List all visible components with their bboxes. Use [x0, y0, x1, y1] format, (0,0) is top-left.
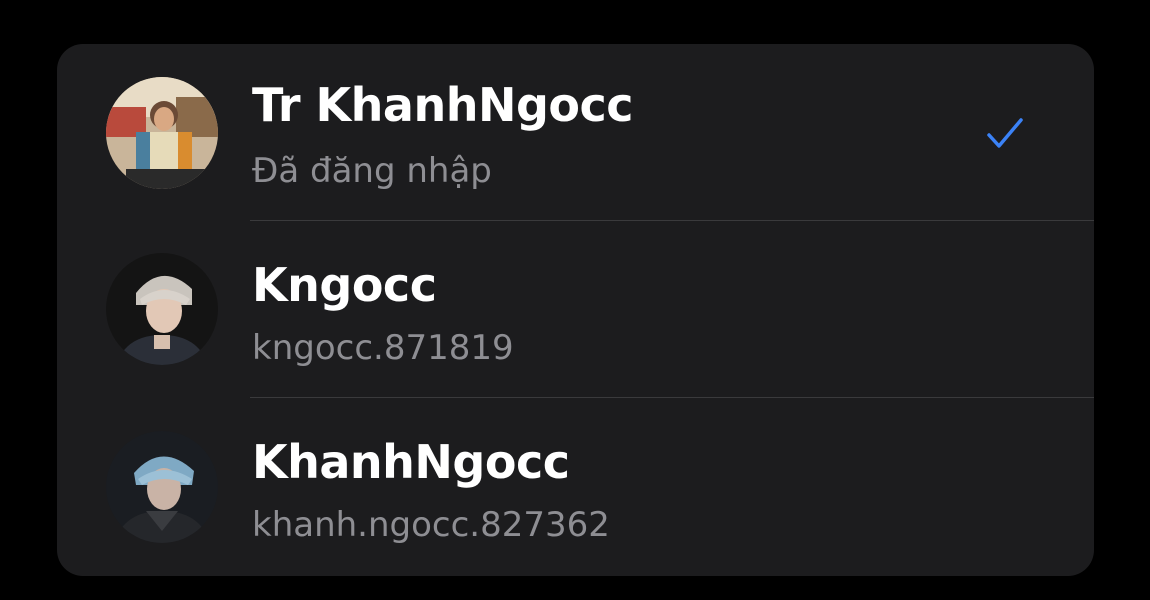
account-row-tr-khanhngocc[interactable]: Tr KhanhNgocc Đã đăng nhập — [57, 44, 1094, 221]
avatar — [106, 431, 218, 543]
account-status: Đã đăng nhập — [252, 151, 492, 191]
account-name: KhanhNgocc — [252, 435, 570, 489]
account-row-kngocc[interactable]: Kngocc kngocc.871819 — [57, 221, 1094, 398]
account-username: kngocc.871819 — [252, 328, 514, 368]
account-username: khanh.ngocc.827362 — [252, 505, 610, 545]
avatar — [106, 253, 218, 365]
account-name: Kngocc — [252, 258, 437, 312]
account-switcher-panel: Tr KhanhNgocc Đã đăng nhập Kngocc kngocc… — [57, 44, 1094, 576]
account-name: Tr KhanhNgocc — [252, 78, 634, 132]
avatar — [106, 77, 218, 189]
account-row-khanhngocc[interactable]: KhanhNgocc khanh.ngocc.827362 — [57, 398, 1094, 575]
checkmark-icon — [985, 114, 1025, 154]
